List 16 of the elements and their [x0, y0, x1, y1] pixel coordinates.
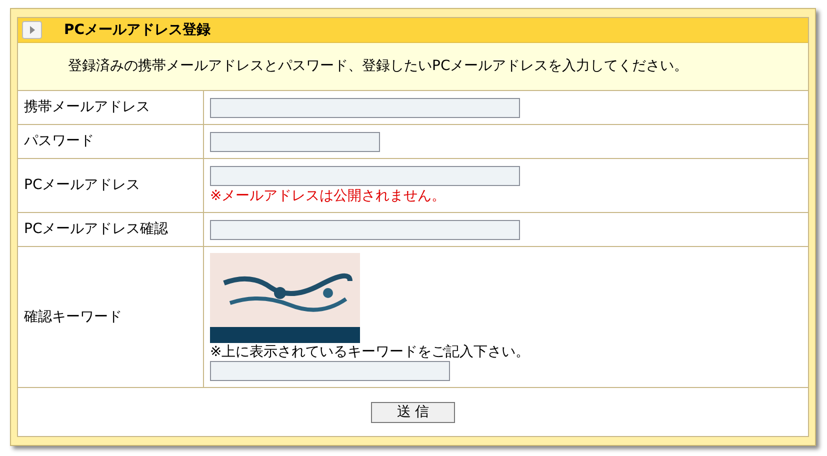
input-field[interactable]: [210, 361, 450, 381]
input-field[interactable]: [210, 220, 520, 240]
instruction-text: 登録済みの携帯メールアドレスとパスワード、登録したいPCメールアドレスを入力してください。: [68, 57, 688, 76]
hint-text: ※上に表示されているキーワードをご記入下さい。: [210, 343, 530, 361]
field-label: 確認キーワード: [24, 308, 122, 326]
input-field[interactable]: [210, 98, 520, 118]
field-label: PCメールアドレス確認: [24, 220, 168, 239]
play-icon: [22, 21, 42, 39]
field-label: PCメールアドレス: [24, 176, 140, 195]
submit-button[interactable]: 送 信: [371, 402, 455, 422]
privacy-note: ※メールアドレスは公開されません。: [210, 186, 447, 206]
input-field[interactable]: [210, 166, 520, 186]
field-label: 携帯メールアドレス: [24, 98, 150, 117]
input-field[interactable]: [210, 132, 380, 152]
form-title: PCメールアドレス登録: [64, 20, 211, 40]
field-label: パスワード: [24, 132, 94, 151]
